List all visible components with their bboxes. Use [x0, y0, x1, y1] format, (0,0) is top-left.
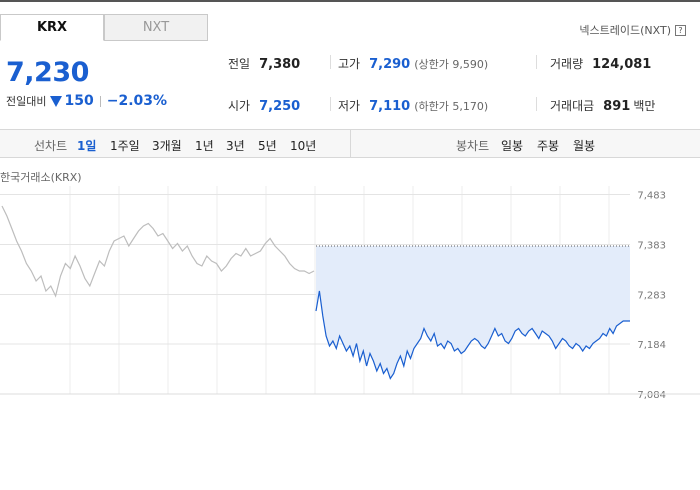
series-line-previous — [1, 205, 315, 298]
shaded-area — [316, 246, 630, 379]
stat-unit: 백만 — [633, 99, 656, 113]
candle-daily[interactable]: 일봉 — [501, 137, 523, 154]
stat-value: 7,290 — [369, 57, 411, 72]
stat-label: 저가 — [338, 99, 361, 113]
down-arrow-icon — [50, 95, 63, 107]
stat-value: 7,250 — [259, 99, 301, 114]
chart-toolbar: 선차트 1일 1주일 3개월 1년 3년 5년 10년 봉차트 일봉 주봉 월봉 — [0, 129, 700, 158]
change-rate: −2.03% — [106, 93, 168, 109]
stat-label: 거래대금 — [550, 99, 595, 113]
period-1y[interactable]: 1년 — [195, 137, 214, 154]
stat-volume: 거래량 124,081 — [550, 55, 651, 72]
stat-trade-value: 거래대금 891 백만 — [550, 97, 655, 114]
stat-limit: (하한가 5,170) — [414, 100, 489, 113]
y-tick-label: 7,084 — [637, 390, 666, 400]
stat-label: 거래량 — [550, 57, 584, 71]
tab-nxt[interactable]: NXT — [104, 14, 208, 41]
nxt-link-label: 넥스트레이드(NXT) — [579, 24, 671, 37]
period-1w[interactable]: 1주일 — [110, 137, 140, 154]
period-10y[interactable]: 10년 — [290, 137, 316, 154]
stat-value: 124,081 — [592, 57, 652, 72]
period-3y[interactable]: 3년 — [226, 137, 245, 154]
period-3m[interactable]: 3개월 — [152, 137, 182, 154]
stat-divider — [536, 55, 537, 69]
y-tick-label: 7,283 — [637, 291, 666, 302]
candle-weekly[interactable]: 주봉 — [537, 137, 559, 154]
tab-krx[interactable]: KRX — [0, 14, 104, 41]
change-amount: 150 — [64, 93, 94, 109]
y-tick-label: 7,383 — [637, 241, 666, 252]
divider — [99, 95, 101, 107]
price-chart[interactable]: 7,084 7,184 7,283 7,383 7,483 — [0, 180, 700, 400]
market-tabs: KRX NXT — [0, 14, 208, 41]
stat-label: 전일 — [228, 57, 251, 71]
candle-monthly[interactable]: 월봉 — [573, 137, 595, 154]
stat-limit: (상한가 9,590) — [414, 58, 489, 71]
toolbar-divider — [350, 130, 351, 157]
candle-chart-label: 봉차트 — [456, 139, 490, 153]
stat-prev-close: 전일 7,380 — [228, 55, 300, 72]
nxt-info-link[interactable]: 넥스트레이드(NXT) ? — [579, 22, 686, 38]
period-1d[interactable]: 1일 — [77, 137, 96, 154]
y-tick-label: 7,184 — [637, 340, 666, 351]
help-icon[interactable]: ? — [675, 24, 686, 36]
stat-value: 7,110 — [369, 99, 411, 114]
stat-divider — [330, 55, 331, 69]
current-price: 7,230 — [6, 57, 89, 88]
top-border — [0, 0, 700, 2]
stat-open: 시가 7,250 — [228, 97, 300, 114]
y-tick-label: 7,483 — [637, 191, 666, 202]
stat-label: 고가 — [338, 57, 361, 71]
stat-divider — [330, 97, 331, 111]
stat-value: 891 — [603, 99, 631, 114]
line-chart-label: 선차트 — [34, 139, 68, 153]
price-change: 전일대비 150 −2.03% — [6, 93, 167, 109]
stat-high: 고가 7,290 (상한가 9,590) — [338, 55, 488, 72]
change-label: 전일대비 — [6, 95, 47, 108]
stat-divider — [536, 97, 537, 111]
stat-value: 7,380 — [259, 57, 301, 72]
stat-label: 시가 — [228, 99, 251, 113]
period-5y[interactable]: 5년 — [258, 137, 277, 154]
stat-low: 저가 7,110 (하한가 5,170) — [338, 97, 488, 114]
